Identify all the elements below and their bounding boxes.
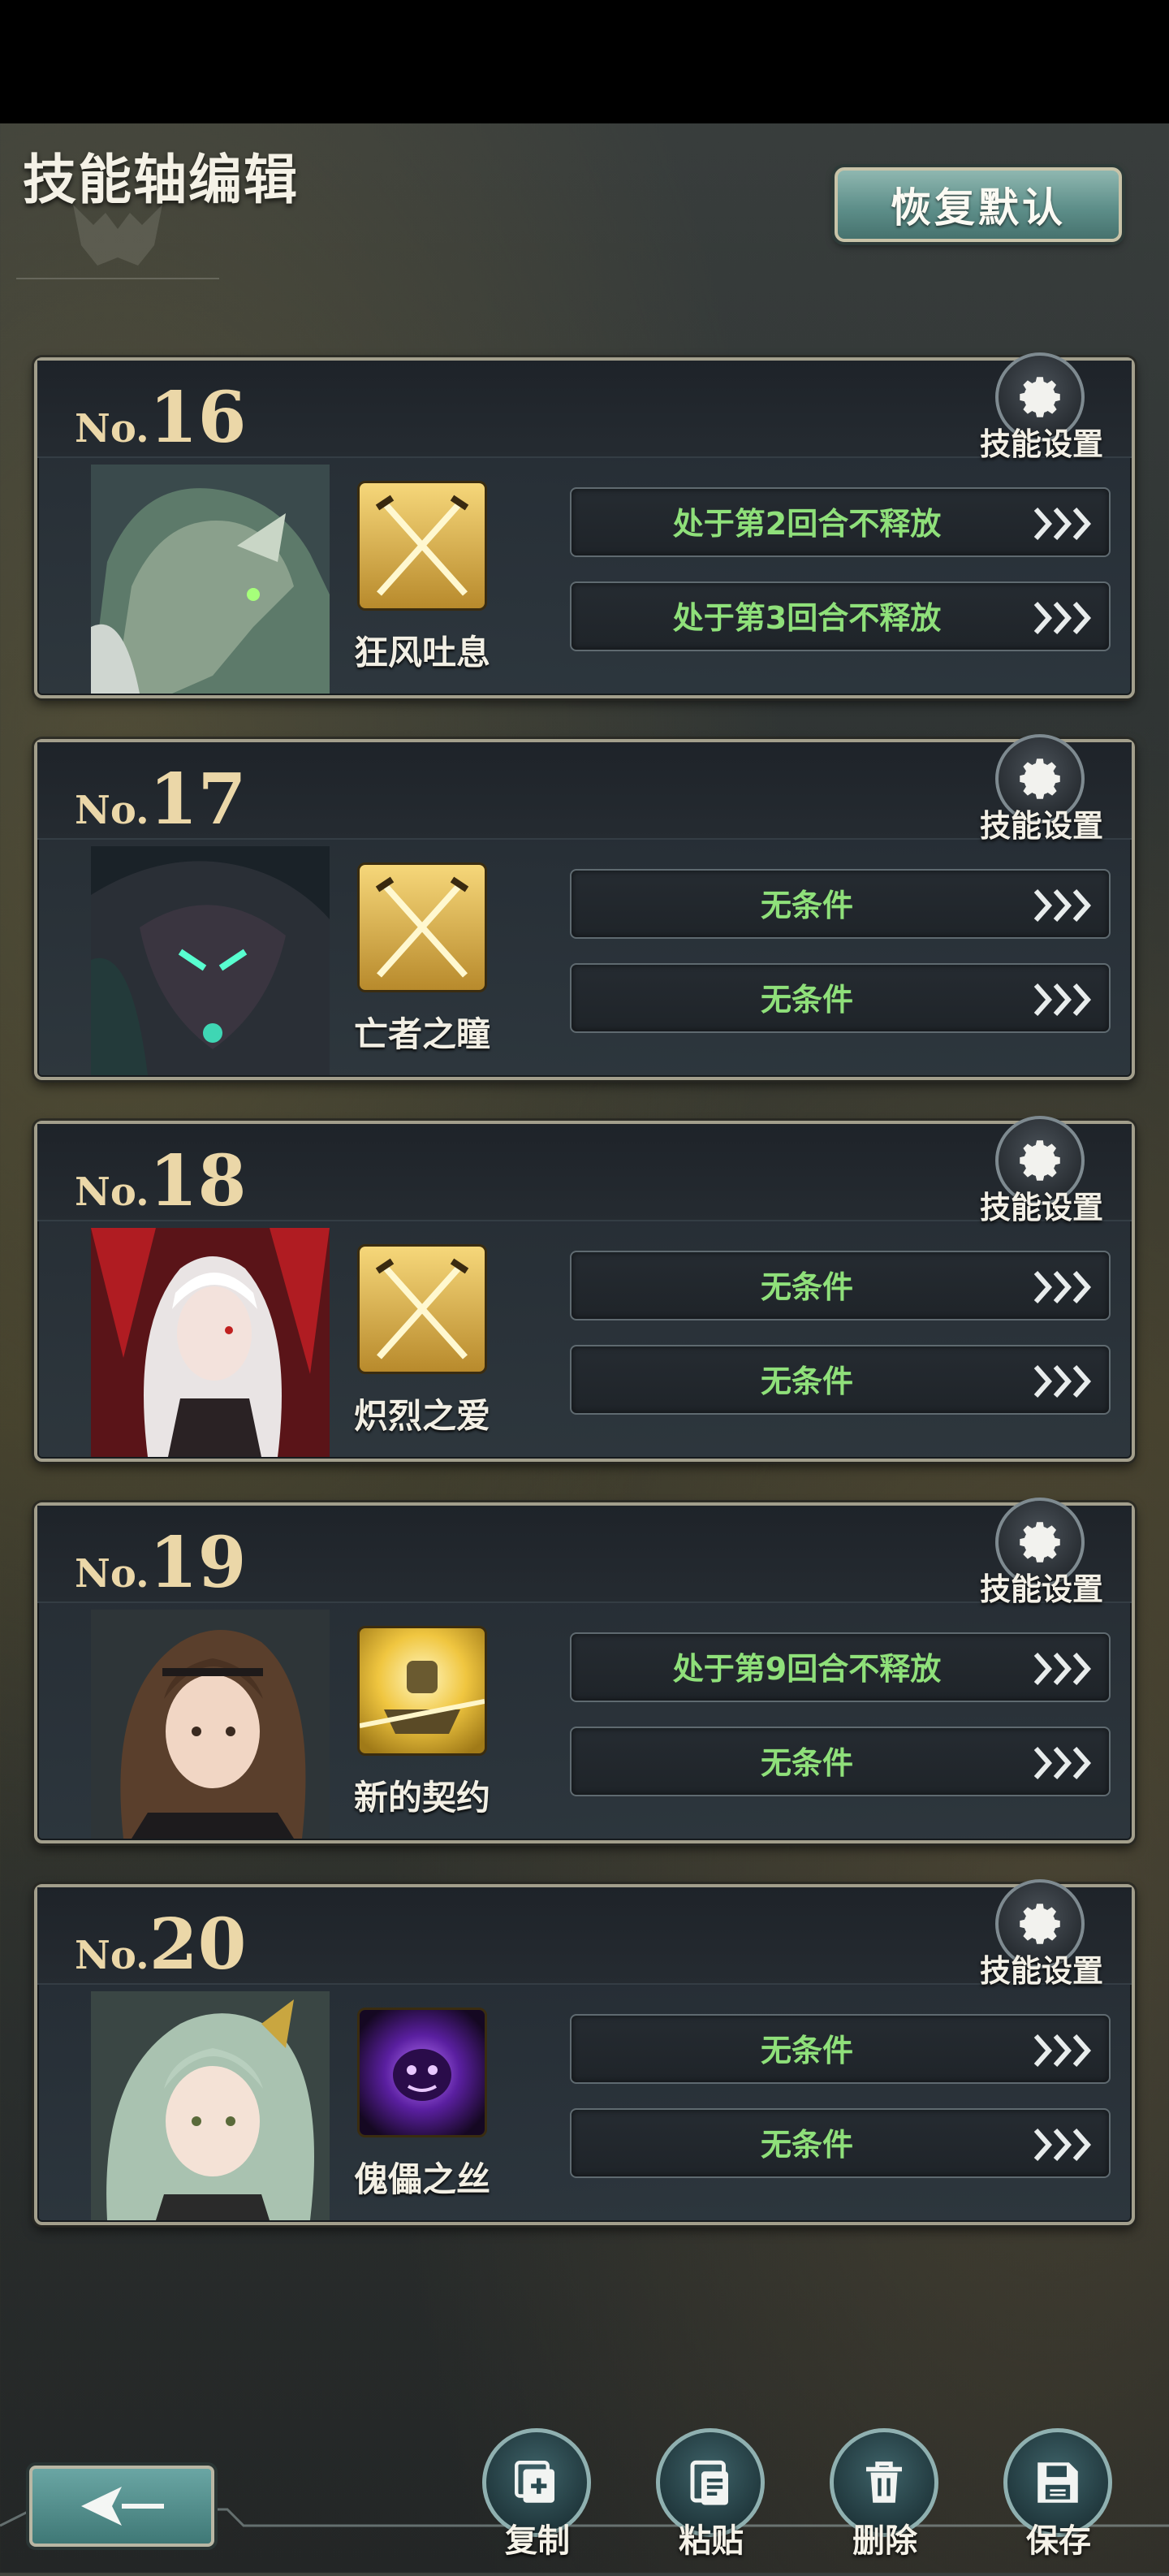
skill-name: 傀儡之丝 — [353, 2159, 490, 2199]
skill-card: No.18 技能设置 炽烈之爱 无条件 无条件 — [34, 1116, 1135, 1462]
skill-condition-2[interactable]: 无条件 — [570, 963, 1111, 1033]
skill-condition-2[interactable]: 无条件 — [570, 2108, 1111, 2178]
back-button[interactable] — [29, 2466, 214, 2547]
paste-button[interactable]: 粘贴 — [656, 2428, 766, 2565]
back-arrow-icon — [81, 2487, 164, 2526]
triple-chevron-right-icon — [1033, 508, 1092, 540]
skill-name: 亡者之瞳 — [353, 1014, 490, 1054]
skill-name: 炽烈之爱 — [353, 1396, 490, 1436]
skill-settings-label[interactable]: 技能设置 — [973, 801, 1111, 845]
card-number: No.20 — [75, 1904, 247, 1986]
crossed-swords-icon — [357, 862, 487, 992]
crossed-swords-icon — [357, 1244, 487, 1374]
skill-settings-label[interactable]: 技能设置 — [973, 1946, 1111, 1990]
character-portrait — [91, 846, 330, 1075]
skill-condition-1[interactable]: 无条件 — [570, 869, 1111, 939]
card-number: No.19 — [75, 1522, 247, 1604]
triple-chevron-right-icon — [1033, 2034, 1092, 2067]
copy-icon — [515, 2461, 554, 2503]
skill-condition-1[interactable]: 无条件 — [570, 1251, 1111, 1320]
purple-spirit-icon — [357, 2008, 487, 2137]
skill-name: 狂风吐息 — [353, 633, 490, 672]
skill-condition-2[interactable]: 无条件 — [570, 1345, 1111, 1415]
skill-name: 新的契约 — [353, 1778, 490, 1817]
skill-settings-label[interactable]: 技能设置 — [973, 419, 1111, 464]
gear-icon — [1020, 377, 1060, 417]
golden-knight-icon — [357, 1626, 487, 1756]
delete-button[interactable]: 删除 — [830, 2428, 940, 2565]
trash-icon — [866, 2461, 902, 2503]
gear-icon — [1020, 1904, 1060, 1944]
gear-icon — [1020, 1522, 1060, 1562]
gear-icon — [1020, 759, 1060, 799]
skill-card: No.19 技能设置 新的契约 处于第9回合不释放 无条件 — [34, 1498, 1135, 1843]
skill-settings-label[interactable]: 技能设置 — [973, 1564, 1111, 1609]
skill-card: No.20 技能设置 傀儡之丝 无条件 无条件 — [34, 1879, 1135, 2225]
skill-condition-1[interactable]: 处于第9回合不释放 — [570, 1632, 1111, 1702]
skill-condition-2[interactable]: 无条件 — [570, 1727, 1111, 1796]
card-number: No.17 — [75, 759, 247, 841]
triple-chevron-right-icon — [1033, 983, 1092, 1016]
character-portrait — [91, 1610, 330, 1839]
skill-settings-label[interactable]: 技能设置 — [973, 1182, 1111, 1227]
paste-icon — [690, 2460, 728, 2505]
restore-default-button[interactable]: 恢复默认 — [835, 167, 1122, 242]
skill-condition-1[interactable]: 无条件 — [570, 2014, 1111, 2084]
save-button[interactable]: 保存 — [1003, 2428, 1114, 2565]
character-portrait — [91, 1228, 330, 1457]
crossed-swords-icon — [357, 481, 487, 611]
copy-button[interactable]: 复制 — [482, 2428, 593, 2565]
dragon-emblem-icon — [16, 188, 219, 279]
triple-chevron-right-icon — [1033, 2129, 1092, 2161]
triple-chevron-right-icon — [1033, 889, 1092, 922]
skill-card: No.17 技能设置 亡者之瞳 无条件 无条件 — [34, 734, 1135, 1080]
skill-card: No.16 技能设置 狂风吐息 处于第2回合不释放 处于第3回合不释放 — [34, 352, 1135, 698]
skill-condition-2[interactable]: 处于第3回合不释放 — [570, 581, 1111, 651]
skill-condition-1[interactable]: 处于第2回合不释放 — [570, 487, 1111, 557]
status-bar — [0, 0, 1169, 123]
floppy-disk-icon — [1037, 2462, 1078, 2503]
triple-chevron-right-icon — [1033, 1271, 1092, 1303]
card-number: No.16 — [75, 377, 247, 459]
triple-chevron-right-icon — [1033, 1747, 1092, 1779]
card-number: No.18 — [75, 1140, 247, 1222]
gear-icon — [1020, 1140, 1060, 1181]
character-portrait — [91, 465, 330, 694]
triple-chevron-right-icon — [1033, 602, 1092, 634]
triple-chevron-right-icon — [1033, 1365, 1092, 1398]
character-portrait — [91, 1991, 330, 2220]
triple-chevron-right-icon — [1033, 1653, 1092, 1685]
